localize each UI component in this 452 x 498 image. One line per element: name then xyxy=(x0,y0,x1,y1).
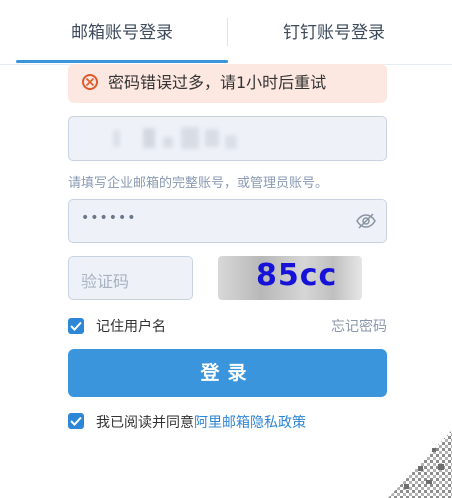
agreement-prefix: 我已阅读并同意 xyxy=(96,415,194,431)
account-value-blurred xyxy=(205,129,219,147)
password-input[interactable]: •••••• xyxy=(68,199,387,243)
qr-code-corner-icon[interactable] xyxy=(388,430,452,498)
account-value-blurred xyxy=(143,128,155,148)
agreement-label: 我已阅读并同意阿里邮箱隐私政策 xyxy=(96,412,306,432)
error-close-circle-icon xyxy=(82,74,98,90)
privacy-policy-link[interactable]: 阿里邮箱隐私政策 xyxy=(194,415,306,431)
account-value-blurred xyxy=(163,137,173,148)
captcha-input[interactable]: 验证码 xyxy=(68,256,193,300)
login-tabs: 邮箱账号登录 钉钉账号登录 xyxy=(0,0,452,65)
tab-dingtalk-login[interactable]: 钉钉账号登录 xyxy=(228,0,440,62)
account-value-blurred xyxy=(113,130,120,147)
password-dots: •••••• xyxy=(81,210,137,226)
account-value-blurred xyxy=(181,127,199,149)
account-value-blurred xyxy=(225,135,237,149)
eye-slash-icon[interactable] xyxy=(356,212,376,234)
captcha-image[interactable]: 85cc xyxy=(218,256,362,300)
account-hint: 请填写企业邮箱的完整账号，或管理员账号。 xyxy=(68,176,329,191)
tab-email-login[interactable]: 邮箱账号登录 xyxy=(16,0,228,62)
active-tab-indicator xyxy=(16,60,228,63)
error-message: 密码错误过多，请1小时后重试 xyxy=(108,73,327,92)
account-input[interactable] xyxy=(68,116,387,161)
remember-label[interactable]: 记住用户名 xyxy=(96,316,166,336)
forgot-password-link[interactable]: 忘记密码 xyxy=(331,316,387,336)
login-button[interactable]: 登录 xyxy=(68,349,387,397)
agreement-checkbox[interactable] xyxy=(68,413,84,429)
captcha-placeholder: 验证码 xyxy=(81,272,130,291)
remember-checkbox[interactable] xyxy=(68,318,84,334)
captcha-code: 85cc xyxy=(256,258,338,293)
error-banner: 密码错误过多，请1小时后重试 xyxy=(68,64,387,103)
